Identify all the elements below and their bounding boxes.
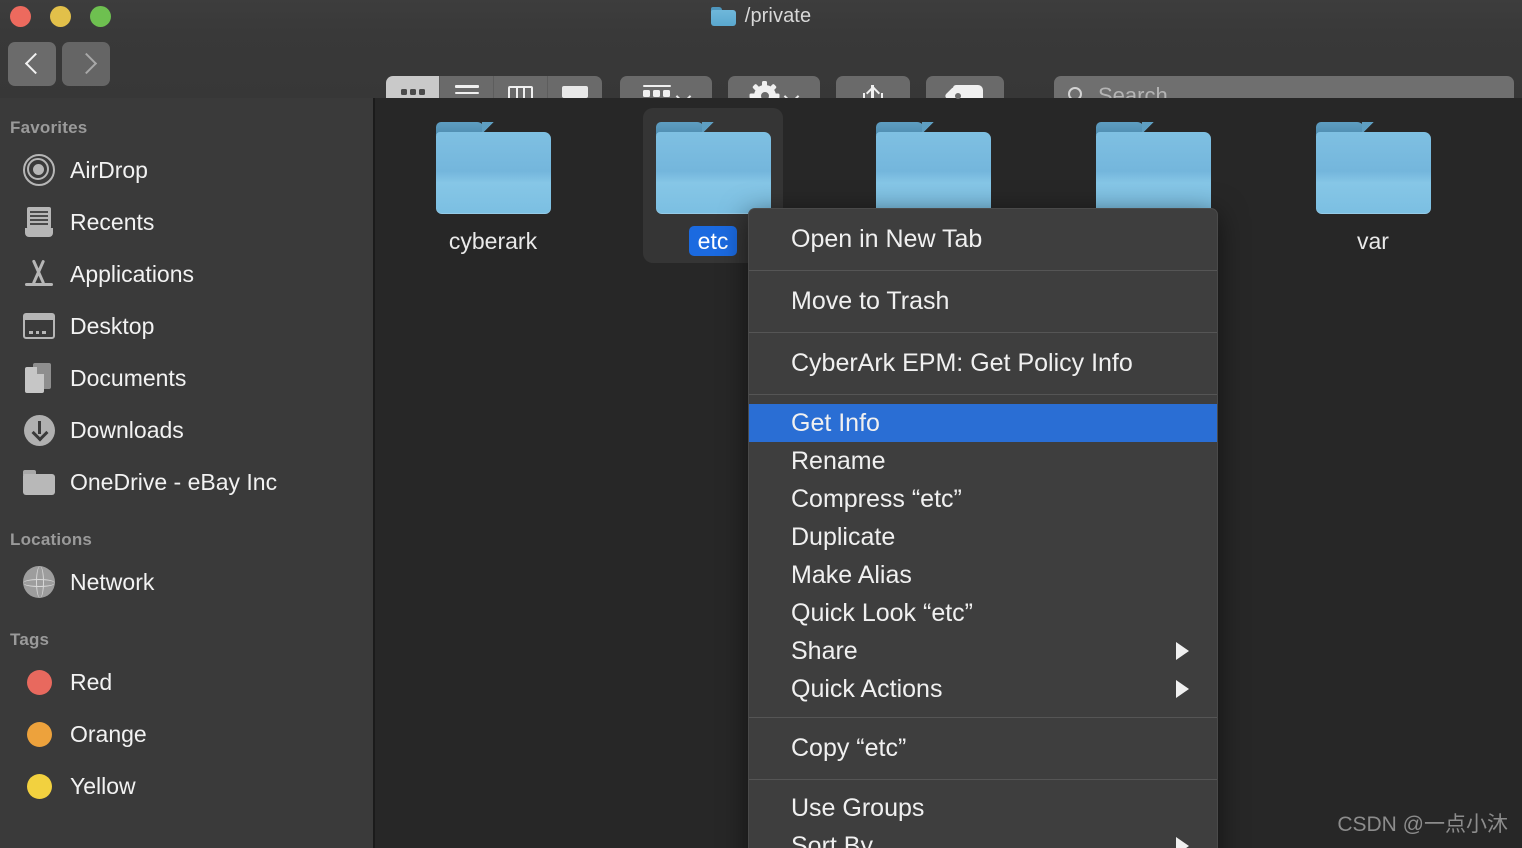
sidebar-item-label: AirDrop bbox=[70, 156, 148, 183]
sidebar-section-tags-header: Tags bbox=[10, 630, 50, 649]
menu-item-label: Quick Actions bbox=[791, 674, 943, 703]
folder-icon bbox=[655, 122, 771, 214]
menu-item-sort-by[interactable]: Sort By bbox=[749, 827, 1217, 848]
navigation-buttons bbox=[8, 42, 110, 86]
menu-item-quick-actions[interactable]: Quick Actions bbox=[749, 670, 1217, 708]
sidebar-item-tag-orange[interactable]: Orange bbox=[0, 708, 373, 760]
menu-item-share[interactable]: Share bbox=[749, 632, 1217, 670]
close-button[interactable] bbox=[10, 6, 31, 27]
menu-item-compress[interactable]: Compress “etc” bbox=[749, 480, 1217, 518]
folder-icon bbox=[435, 122, 551, 214]
menu-item-rename[interactable]: Rename bbox=[749, 442, 1217, 480]
sidebar-item-label: Recents bbox=[70, 208, 155, 235]
sidebar-item-recents[interactable]: Recents bbox=[0, 196, 373, 248]
tag-dot-icon bbox=[22, 769, 56, 803]
submenu-arrow-icon bbox=[1176, 837, 1189, 848]
sidebar-item-documents[interactable]: Documents bbox=[0, 352, 373, 404]
menu-item-label: CyberArk EPM: Get Policy Info bbox=[791, 349, 1133, 377]
menu-item-move-to-trash[interactable]: Move to Trash bbox=[749, 271, 1217, 332]
folder-icon bbox=[1095, 122, 1211, 214]
menu-item-label: Make Alias bbox=[791, 560, 912, 589]
sidebar-section-locations-header: Locations bbox=[10, 530, 93, 549]
menu-item-label: Sort By bbox=[791, 831, 873, 848]
applications-icon bbox=[22, 257, 56, 291]
toolbar: Search bbox=[0, 32, 1522, 116]
sidebar-item-tag-yellow[interactable]: Yellow bbox=[0, 760, 373, 812]
menu-item-label: Get Info bbox=[791, 408, 880, 437]
sidebar-item-label: Orange bbox=[70, 720, 147, 747]
submenu-arrow-icon bbox=[1176, 680, 1189, 698]
sidebar-item-label: Documents bbox=[70, 364, 187, 391]
downloads-icon bbox=[22, 413, 56, 447]
tag-dot-icon bbox=[22, 665, 56, 699]
minimize-button[interactable] bbox=[50, 6, 71, 27]
file-label: etc bbox=[688, 226, 738, 257]
menu-item-label: Share bbox=[791, 636, 858, 665]
menu-item-label: Compress “etc” bbox=[791, 484, 962, 513]
folder-icon bbox=[875, 122, 991, 214]
sidebar-item-label: OneDrive - eBay Inc bbox=[70, 468, 278, 495]
menu-item-label: Rename bbox=[791, 446, 886, 475]
menu-item-label: Quick Look “etc” bbox=[791, 598, 974, 627]
desktop-icon bbox=[22, 309, 56, 343]
sidebar-item-label: Red bbox=[70, 668, 113, 695]
menu-item-label: Use Groups bbox=[791, 793, 925, 822]
menu-item-get-info[interactable]: Get Info bbox=[749, 404, 1217, 442]
sidebar-item-onedrive[interactable]: OneDrive - eBay Inc bbox=[0, 456, 373, 508]
menu-item-duplicate[interactable]: Duplicate bbox=[749, 518, 1217, 556]
tag-dot-icon bbox=[22, 717, 56, 751]
forward-button[interactable] bbox=[62, 42, 110, 86]
window-controls bbox=[10, 6, 111, 27]
context-menu[interactable]: Open in New Tab Move to Trash CyberArk E… bbox=[748, 208, 1218, 848]
watermark: CSDN @一点小沐 bbox=[1337, 813, 1508, 836]
file-label: var bbox=[1357, 228, 1389, 254]
sidebar-item-desktop[interactable]: Desktop bbox=[0, 300, 373, 352]
menu-group-file-actions: Get Info Rename Compress “etc” Duplicate… bbox=[749, 395, 1217, 717]
sidebar-item-label: Network bbox=[70, 568, 155, 595]
sidebar-item-applications[interactable]: Applications bbox=[0, 248, 373, 300]
menu-item-copy[interactable]: Copy “etc” bbox=[749, 718, 1217, 779]
menu-item-label: Copy “etc” bbox=[791, 734, 907, 762]
back-button[interactable] bbox=[8, 42, 56, 86]
page-title: /private bbox=[744, 4, 812, 27]
finder-window: /private Search Favorites AirDrop Recent… bbox=[0, 0, 1522, 848]
window-title: /private bbox=[0, 0, 1522, 32]
zoom-button[interactable] bbox=[90, 6, 111, 27]
menu-item-quick-look[interactable]: Quick Look “etc” bbox=[749, 594, 1217, 632]
file-item-var[interactable]: var bbox=[1283, 116, 1463, 256]
sidebar-item-label: Yellow bbox=[70, 772, 136, 799]
recents-icon bbox=[22, 205, 56, 239]
sidebar-item-label: Desktop bbox=[70, 312, 155, 339]
file-item-4[interactable] bbox=[1063, 116, 1243, 214]
menu-item-label: Duplicate bbox=[791, 522, 896, 551]
network-icon bbox=[22, 565, 56, 599]
file-label: cyberark bbox=[448, 228, 538, 254]
sidebar-item-downloads[interactable]: Downloads bbox=[0, 404, 373, 456]
menu-item-cyberark-epm-get-policy-info[interactable]: CyberArk EPM: Get Policy Info bbox=[749, 333, 1217, 394]
menu-item-label: Open in New Tab bbox=[791, 225, 983, 253]
file-item-cyberark[interactable]: cyberark bbox=[403, 116, 583, 256]
menu-group-view-options: Use Groups Sort By bbox=[749, 780, 1217, 848]
sidebar: Favorites AirDrop Recents Applications D… bbox=[0, 98, 373, 848]
folder-icon bbox=[1315, 122, 1431, 214]
folder-icon bbox=[710, 6, 736, 26]
menu-item-label: Move to Trash bbox=[791, 287, 950, 315]
airdrop-icon bbox=[22, 153, 56, 187]
menu-item-make-alias[interactable]: Make Alias bbox=[749, 556, 1217, 594]
sidebar-item-tag-red[interactable]: Red bbox=[0, 656, 373, 708]
documents-icon bbox=[22, 361, 56, 395]
sidebar-item-airdrop[interactable]: AirDrop bbox=[0, 144, 373, 196]
menu-item-open-in-new-tab[interactable]: Open in New Tab bbox=[749, 209, 1217, 270]
sidebar-item-network[interactable]: Network bbox=[0, 556, 373, 608]
sidebar-item-label: Applications bbox=[70, 260, 195, 287]
sidebar-section-favorites-header: Favorites bbox=[10, 118, 88, 137]
file-item-3[interactable] bbox=[843, 116, 1023, 214]
sidebar-item-label: Downloads bbox=[70, 416, 184, 443]
folder-icon bbox=[22, 465, 56, 499]
menu-item-use-groups[interactable]: Use Groups bbox=[749, 789, 1217, 827]
submenu-arrow-icon bbox=[1176, 642, 1189, 660]
titlebar: /private bbox=[0, 0, 1522, 32]
